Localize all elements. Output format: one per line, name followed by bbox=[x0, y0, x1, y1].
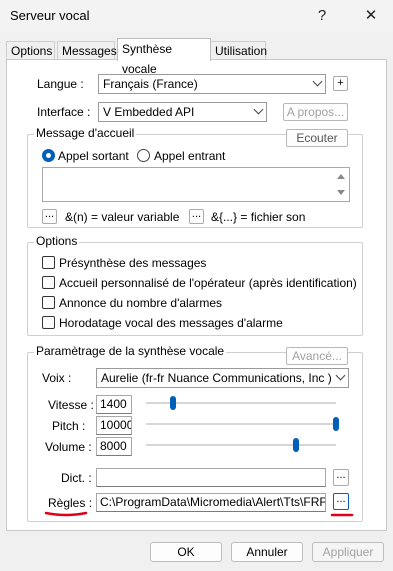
variable-hint: &(n) = valeur variable bbox=[65, 210, 180, 224]
pitch-slider-track[interactable] bbox=[146, 423, 336, 425]
scroll-down-icon[interactable] bbox=[337, 190, 345, 195]
regles-browse-button[interactable]: ... bbox=[333, 493, 349, 510]
langue-label: Langue : bbox=[37, 77, 84, 91]
tab-options[interactable]: Options bbox=[6, 41, 55, 61]
volume-label: Volume : bbox=[45, 440, 92, 454]
voix-select[interactable]: Aurelie (fr-fr Nuance Communications, In… bbox=[96, 368, 349, 388]
presynthese-checkbox[interactable] bbox=[42, 256, 55, 269]
synthese-group: Paramètrage de la synthèse vocale Avancé… bbox=[27, 344, 363, 522]
interface-value: V Embedded API bbox=[103, 105, 195, 119]
accueil-group: Message d'accueil Ecouter Appel sortant … bbox=[27, 126, 363, 228]
pitch-input[interactable]: 10000 bbox=[96, 416, 132, 435]
presynthese-label: Présynthèse des messages bbox=[59, 256, 207, 270]
window-title: Serveur vocal bbox=[10, 8, 90, 23]
voix-label: Voix : bbox=[42, 371, 72, 385]
regles-annotation-underline bbox=[44, 511, 88, 517]
regles-input[interactable]: C:\ProgramData\Micromedia\Alert\Tts\FRF-… bbox=[96, 493, 326, 512]
tab-utilisation[interactable]: Utilisation bbox=[210, 41, 267, 61]
tab-page: Langue : Français (France) + Interface :… bbox=[6, 59, 387, 531]
tab-messages[interactable]: Messages bbox=[57, 41, 117, 61]
accueil-message-textarea[interactable] bbox=[42, 167, 350, 202]
horodatage-checkbox[interactable] bbox=[42, 316, 55, 329]
chevron-down-icon bbox=[312, 76, 323, 87]
appel-entrant-label: Appel entrant bbox=[154, 149, 226, 163]
appel-sortant-radio[interactable] bbox=[42, 149, 55, 162]
appliquer-button[interactable]: Appliquer bbox=[312, 542, 384, 562]
volume-slider-track[interactable] bbox=[146, 444, 336, 446]
annonce-alarmes-checkbox[interactable] bbox=[42, 296, 55, 309]
insert-file-button[interactable]: ... bbox=[189, 209, 204, 224]
close-button[interactable]: ✕ bbox=[357, 4, 385, 28]
pitch-slider-thumb[interactable] bbox=[333, 417, 339, 431]
interface-select[interactable]: V Embedded API bbox=[98, 102, 267, 122]
chevron-down-icon bbox=[335, 370, 346, 381]
dict-input[interactable] bbox=[96, 468, 326, 487]
add-language-button[interactable]: + bbox=[333, 76, 348, 91]
scroll-up-icon[interactable] bbox=[337, 174, 345, 179]
browse-annotation-underline bbox=[330, 513, 354, 517]
title-bar: Serveur vocal ? ✕ bbox=[0, 0, 393, 32]
horodatage-label: Horodatage vocal des messages d'alarme bbox=[59, 316, 283, 330]
apropos-button[interactable]: A propos... bbox=[283, 103, 348, 121]
chevron-down-icon bbox=[253, 104, 264, 115]
synthese-title: Paramètrage de la synthèse vocale bbox=[34, 344, 227, 358]
appel-entrant-radio[interactable] bbox=[137, 149, 150, 162]
pitch-label: Pitch : bbox=[52, 419, 86, 433]
ecouter-button[interactable]: Ecouter bbox=[286, 129, 348, 147]
accueil-perso-label: Accueil personnalisé de l'opérateur (apr… bbox=[59, 276, 357, 290]
volume-slider-thumb[interactable] bbox=[293, 438, 300, 452]
vitesse-slider-thumb[interactable] bbox=[169, 396, 176, 410]
vitesse-label: Vitesse : bbox=[48, 398, 94, 412]
options-group: Options Présynthèse des messages Accueil… bbox=[27, 234, 363, 336]
avance-button[interactable]: Avancé... bbox=[286, 347, 348, 365]
insert-variable-button[interactable]: ... bbox=[42, 209, 57, 224]
regles-label: Règles : bbox=[48, 496, 93, 510]
accueil-perso-checkbox[interactable] bbox=[42, 276, 55, 289]
file-hint: &{...} = fichier son bbox=[211, 210, 306, 224]
appel-sortant-label: Appel sortant bbox=[58, 149, 129, 163]
help-button[interactable]: ? bbox=[308, 4, 336, 28]
annuler-button[interactable]: Annuler bbox=[231, 542, 303, 562]
volume-input[interactable]: 8000 bbox=[96, 437, 132, 456]
ok-button[interactable]: OK bbox=[150, 542, 222, 562]
langue-value: Français (France) bbox=[103, 77, 198, 91]
accueil-title: Message d'accueil bbox=[34, 126, 137, 140]
vitesse-input[interactable]: 1400 bbox=[96, 395, 132, 414]
voix-value: Aurelie (fr-fr Nuance Communications, In… bbox=[101, 371, 332, 385]
tab-synthese-vocale[interactable]: Synthèse vocale bbox=[117, 38, 211, 76]
options-title: Options bbox=[34, 234, 80, 248]
interface-label: Interface : bbox=[37, 105, 91, 119]
dict-label: Dict. : bbox=[61, 471, 92, 485]
dict-browse-button[interactable]: ... bbox=[333, 469, 349, 486]
annonce-alarmes-label: Annonce du nombre d'alarmes bbox=[59, 296, 223, 310]
